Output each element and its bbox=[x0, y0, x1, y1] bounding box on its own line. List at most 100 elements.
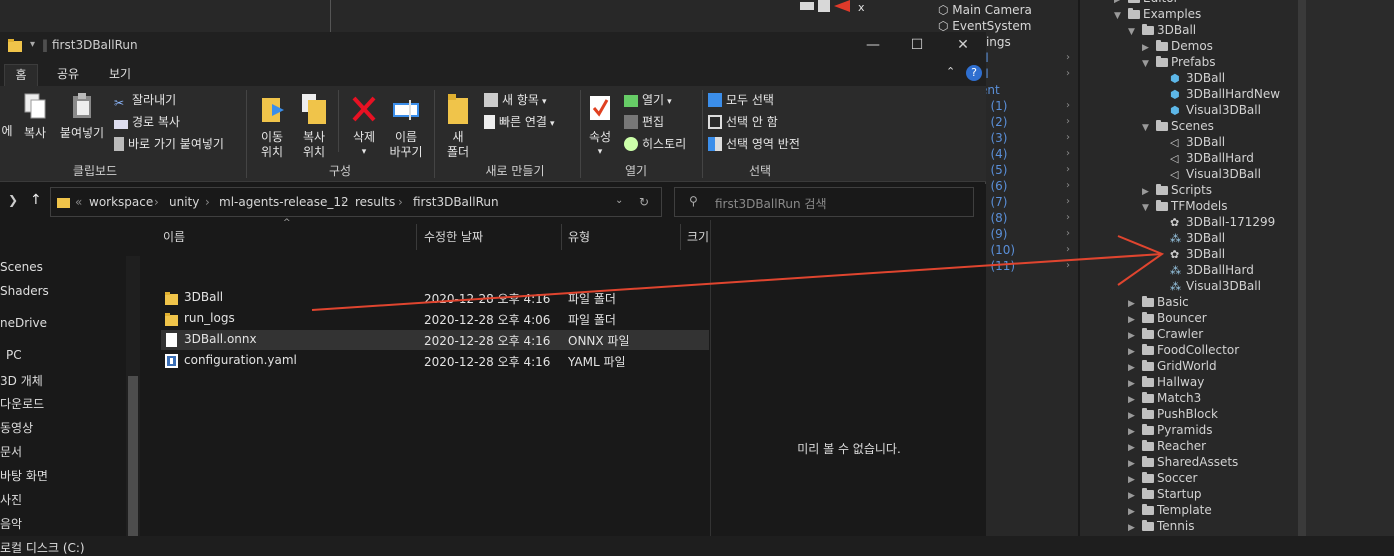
project-tree-item[interactable]: ⬢ Visual3DBall bbox=[1156, 102, 1261, 118]
project-tree-item[interactable]: ✿ 3DBall-171299 bbox=[1156, 214, 1275, 230]
nav-scrollbar[interactable] bbox=[126, 256, 140, 536]
project-tree-item[interactable]: ▼ Scenes bbox=[1142, 118, 1214, 134]
navigation-pane[interactable]: ^ ScenesShadersneDrivePC3D 개체다운로드동영상문서바탕… bbox=[0, 220, 140, 555]
copy-path-button[interactable]: 경로 복사 bbox=[114, 114, 180, 130]
file-row[interactable]: configuration.yaml 2020-12-28 오후 4:16 YAML… bbox=[161, 351, 709, 371]
file-list[interactable]: ^ 이름 수정한 날짜 유형 크기 3DBall 2020-12-28 오후 4:… bbox=[145, 218, 710, 536]
file-row[interactable]: 3DBall 2020-12-28 오후 4:16 파일 폴더 bbox=[161, 288, 709, 308]
expand-toggle-icon[interactable]: ▼ bbox=[1142, 120, 1156, 136]
file-row[interactable]: 3DBall.onnx 2020-12-28 오후 4:16 ONNX 파일 bbox=[161, 330, 709, 350]
project-tree-item[interactable]: ▶ Startup bbox=[1128, 486, 1202, 502]
project-tree-item[interactable]: ⬢ 3DBall bbox=[1156, 70, 1225, 86]
project-tree-item[interactable]: ⁂ 3DBall bbox=[1156, 230, 1225, 246]
file-row[interactable]: run_logs 2020-12-28 오후 4:06 파일 폴더 bbox=[161, 309, 709, 329]
project-tree-item[interactable]: ▶ Template bbox=[1128, 502, 1212, 518]
project-tree-item[interactable]: ▼ Examples bbox=[1114, 6, 1201, 22]
tab-share[interactable]: 공유 bbox=[48, 64, 88, 86]
pin-button-partial[interactable]: 에 bbox=[0, 124, 14, 139]
close-button[interactable]: ✕ bbox=[940, 36, 986, 56]
edit-button[interactable]: 편집 bbox=[624, 114, 664, 130]
project-tree-item[interactable]: ▼ Prefabs bbox=[1142, 54, 1216, 70]
select-all-button[interactable]: 모두 선택 bbox=[708, 92, 774, 108]
title-bar[interactable]: ▾ ‖ first3DBallRun — ☐ ✕ bbox=[0, 32, 986, 60]
tab-view[interactable]: 보기 bbox=[100, 64, 140, 86]
up-icon[interactable]: ↑ bbox=[30, 192, 42, 208]
new-folder-button[interactable]: 새 폴더 bbox=[440, 92, 476, 160]
project-tree-item[interactable]: ◁ 3DBall bbox=[1156, 134, 1225, 150]
project-tree-item[interactable]: ⁂ 3DBallHard bbox=[1156, 262, 1254, 278]
column-divider[interactable] bbox=[416, 224, 417, 250]
select-none-button[interactable]: 선택 안 함 bbox=[708, 114, 778, 130]
project-tree-item[interactable]: ✿ 3DBall bbox=[1156, 246, 1225, 262]
easy-access-button[interactable]: 빠른 연결 ▾ bbox=[484, 114, 555, 132]
project-tree-item[interactable]: ▶ SharedAssets bbox=[1128, 454, 1238, 470]
expand-arrow-icon[interactable]: › bbox=[1066, 146, 1070, 162]
new-item-button[interactable]: 새 항목 ▾ bbox=[484, 92, 546, 110]
refresh-icon[interactable]: ↻ bbox=[639, 195, 649, 209]
copy-to-button[interactable]: 복사 위치 bbox=[294, 92, 334, 160]
open-button[interactable]: 열기 ▾ bbox=[624, 92, 672, 110]
breadcrumb-overflow[interactable]: « bbox=[75, 195, 82, 209]
project-tree-item[interactable]: ▶ Demos bbox=[1142, 38, 1213, 54]
breadcrumb-current[interactable]: first3DBallRun bbox=[413, 195, 499, 209]
copy-button[interactable]: 복사 bbox=[20, 92, 50, 141]
expand-arrow-icon[interactable]: › bbox=[1066, 242, 1070, 258]
project-tree-item[interactable]: ▶ Pyramids bbox=[1128, 422, 1213, 438]
nav-item[interactable]: 문서 bbox=[0, 443, 22, 460]
file-explorer-window[interactable]: ▾ ‖ first3DBallRun — ☐ ✕ 홈 공유 보기 ⌃ ? 에 복… bbox=[0, 32, 986, 555]
nav-item[interactable]: 동영상 bbox=[0, 419, 33, 436]
expand-arrow-icon[interactable]: › bbox=[1066, 194, 1070, 210]
column-size[interactable]: 크기 bbox=[687, 228, 709, 245]
breadcrumb-workspace[interactable]: workspace bbox=[89, 195, 153, 209]
project-tree-item[interactable]: ◁ Visual3DBall bbox=[1156, 166, 1261, 182]
project-tree-item[interactable]: ▶ Match3 bbox=[1128, 390, 1201, 406]
project-tree-item[interactable]: ⬢ 3DBallHardNew bbox=[1156, 86, 1280, 102]
nav-item[interactable]: 다운로드 bbox=[0, 395, 44, 412]
tab-home[interactable]: 홈 bbox=[4, 64, 38, 86]
move-to-button[interactable]: 이동 위치 bbox=[252, 92, 292, 160]
nav-item[interactable]: PC bbox=[6, 348, 22, 362]
help-icon[interactable]: ? bbox=[966, 65, 982, 81]
expand-arrow-icon[interactable]: › bbox=[1066, 178, 1070, 194]
project-tree-item[interactable]: ▶ Reacher bbox=[1128, 438, 1206, 454]
project-tree-item[interactable]: ▶ Basic bbox=[1128, 294, 1189, 310]
nav-item[interactable]: Shaders bbox=[0, 284, 49, 298]
minimize-button[interactable]: — bbox=[850, 36, 896, 56]
properties-button[interactable]: 속성 ▾ bbox=[584, 92, 616, 160]
nav-item[interactable]: 사진 bbox=[0, 491, 22, 508]
project-tree-item[interactable]: ▶ Scripts bbox=[1142, 182, 1212, 198]
quick-access-dropdown-icon[interactable]: ▾ bbox=[30, 39, 35, 50]
project-tree-item[interactable]: ▶ FoodCollector bbox=[1128, 342, 1239, 358]
address-bar[interactable]: « workspace › unity › ml-agents-release_… bbox=[50, 187, 662, 217]
nav-scrollbar-thumb[interactable] bbox=[128, 376, 138, 536]
history-button[interactable]: 히스토리 bbox=[624, 136, 686, 152]
unity-scene-view[interactable]: x bbox=[0, 0, 910, 32]
expand-toggle-icon[interactable]: ▼ bbox=[1142, 200, 1156, 216]
project-tree-item[interactable]: ▶ Soccer bbox=[1128, 470, 1197, 486]
expand-arrow-icon[interactable]: › bbox=[1066, 114, 1070, 130]
rename-button[interactable]: 이름 바꾸기 bbox=[386, 92, 426, 160]
nav-item[interactable]: 바탕 화면 bbox=[0, 467, 48, 484]
project-tree-item[interactable]: ▶ Tennis bbox=[1128, 518, 1194, 534]
expand-arrow-icon[interactable]: › bbox=[1066, 210, 1070, 226]
nav-item[interactable]: Scenes bbox=[0, 260, 43, 274]
collapse-ribbon-icon[interactable]: ⌃ bbox=[946, 65, 955, 78]
nav-item[interactable]: 3D 개체 bbox=[0, 372, 43, 389]
project-tree-item[interactable]: ▼ 3DBall bbox=[1128, 22, 1196, 38]
nav-item[interactable]: 음악 bbox=[0, 515, 22, 532]
properties-dropdown-icon[interactable]: ▾ bbox=[584, 145, 616, 160]
delete-dropdown-icon[interactable]: ▾ bbox=[344, 145, 384, 160]
expand-arrow-icon[interactable]: › bbox=[1066, 98, 1070, 114]
project-tree-item[interactable]: ▼ TFModels bbox=[1142, 198, 1228, 214]
scene-gizmo-icon[interactable]: x bbox=[790, 0, 870, 18]
column-divider[interactable] bbox=[561, 224, 562, 250]
paste-button[interactable]: 붙여넣기 bbox=[56, 92, 108, 141]
maximize-button[interactable]: ☐ bbox=[894, 36, 940, 56]
column-name[interactable]: 이름 bbox=[163, 228, 185, 245]
hierarchy-item[interactable]: ⬡ Main Camera bbox=[910, 2, 1078, 18]
project-tree-item[interactable]: ⁂ Visual3DBall bbox=[1156, 278, 1261, 294]
expand-toggle-icon[interactable]: ▶ bbox=[1128, 520, 1142, 536]
search-box[interactable]: ⚲ first3DBallRun 검색 bbox=[674, 187, 974, 217]
project-tree-item[interactable]: ▶ Bouncer bbox=[1128, 310, 1207, 326]
project-tree-item[interactable]: ▶ GridWorld bbox=[1128, 358, 1217, 374]
